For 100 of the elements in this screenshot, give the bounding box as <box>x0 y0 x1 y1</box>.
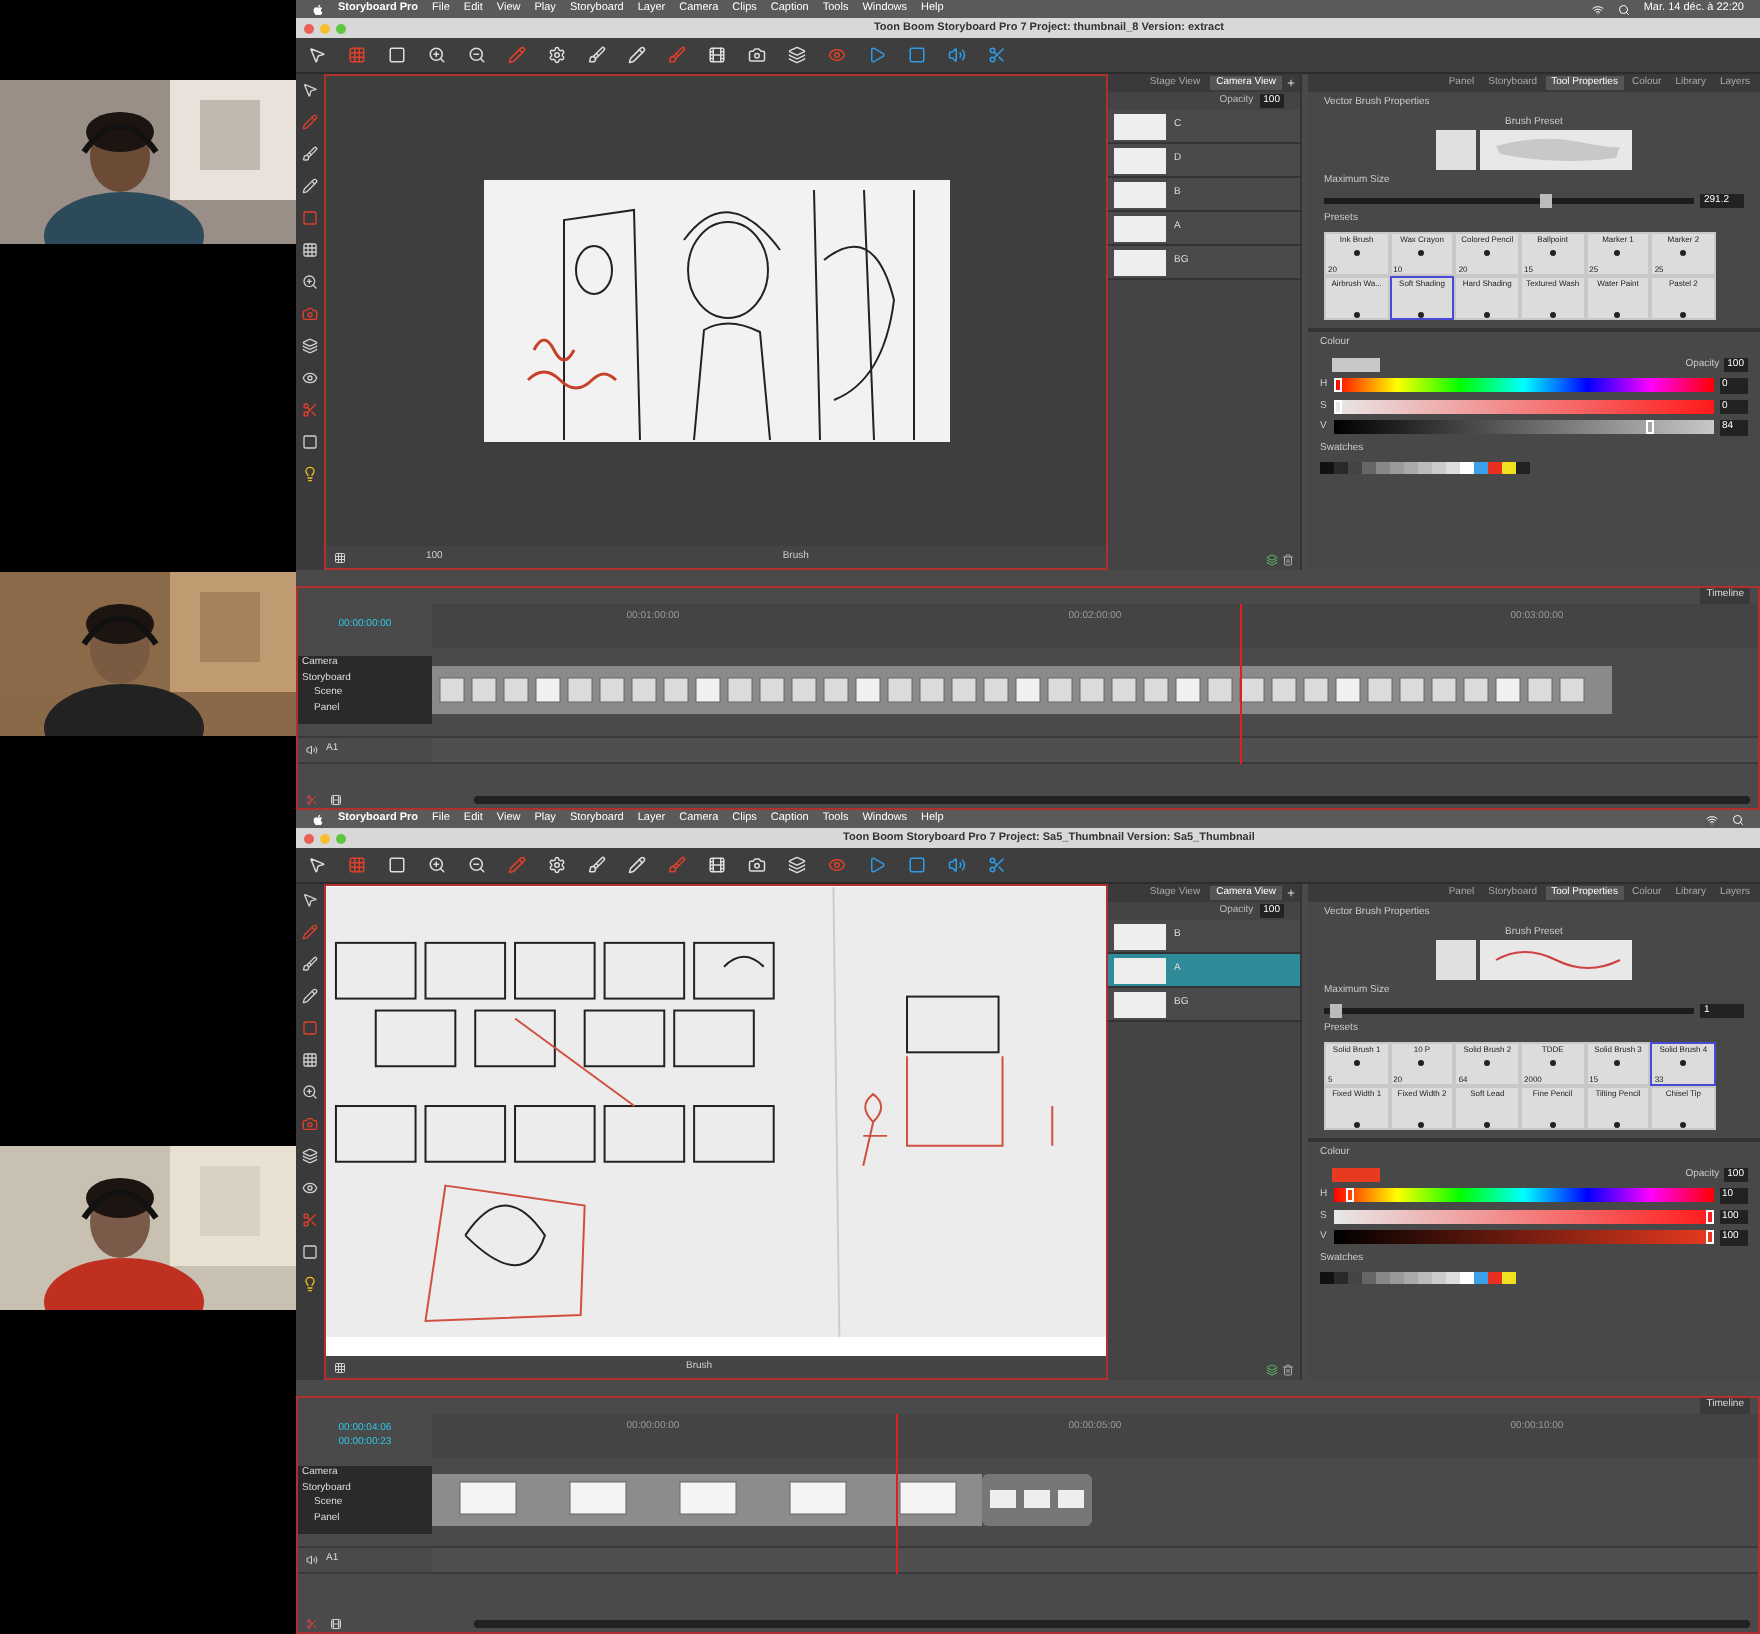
colour-swatch[interactable] <box>1376 1272 1390 1284</box>
speaker-icon[interactable] <box>948 856 966 874</box>
brush-icon[interactable] <box>588 46 606 64</box>
colour-swatch[interactable] <box>1362 1272 1376 1284</box>
speaker-icon[interactable] <box>306 1554 318 1566</box>
colour-swatch[interactable] <box>1460 462 1474 474</box>
trash-icon[interactable] <box>1282 554 1294 566</box>
colour-swatch[interactable] <box>1334 1272 1348 1284</box>
colour-swatch[interactable] <box>1404 1272 1418 1284</box>
apple-icon[interactable] <box>312 813 324 825</box>
film-icon[interactable] <box>330 793 342 805</box>
zoom-in-icon[interactable] <box>302 274 318 290</box>
layers-icon[interactable] <box>302 338 318 354</box>
scissors-icon[interactable] <box>988 46 1006 64</box>
colour-swatch[interactable] <box>1502 1272 1516 1284</box>
lightbulb-icon[interactable] <box>302 1276 318 1292</box>
colour-swatch[interactable] <box>1418 462 1432 474</box>
speaker-icon[interactable] <box>306 744 318 756</box>
horizontal-scrollbar[interactable] <box>474 1619 1750 1627</box>
layers-icon[interactable] <box>788 46 806 64</box>
lightbulb-icon[interactable] <box>302 466 318 482</box>
settings-icon[interactable] <box>548 856 566 874</box>
layer-thumbnail <box>1114 991 1166 1017</box>
max-size-slider[interactable] <box>1324 1007 1694 1014</box>
film-icon[interactable] <box>708 856 726 874</box>
apple-icon[interactable] <box>312 3 324 15</box>
colour-swatch[interactable] <box>1418 1272 1432 1284</box>
zoom-in-icon[interactable] <box>428 856 446 874</box>
colour-gradient-slider[interactable] <box>1334 1188 1714 1203</box>
settings-icon[interactable] <box>548 46 566 64</box>
layers-icon[interactable] <box>788 856 806 874</box>
layers-icon[interactable] <box>1266 1364 1278 1376</box>
slider-thumb[interactable] <box>1329 1003 1342 1018</box>
slider-thumb[interactable] <box>1334 378 1342 393</box>
slider-thumb[interactable] <box>1345 1188 1354 1203</box>
wifi-icon[interactable] <box>1706 813 1718 825</box>
zoom-in-icon[interactable] <box>428 46 446 64</box>
colour-gradient-slider[interactable] <box>1334 378 1714 393</box>
colour-swatch[interactable] <box>1390 462 1404 474</box>
slider-thumb[interactable] <box>1706 1230 1714 1245</box>
slider-thumb[interactable] <box>1540 193 1552 208</box>
play-icon[interactable] <box>868 856 886 874</box>
scissors-icon[interactable] <box>302 1212 318 1228</box>
colour-swatch[interactable] <box>1348 462 1362 474</box>
colour-swatch[interactable] <box>1334 462 1348 474</box>
layer-thumbnail <box>1114 147 1166 173</box>
zoom-out-icon[interactable] <box>468 856 486 874</box>
colour-swatch[interactable] <box>1516 462 1530 474</box>
brush-icon[interactable] <box>302 146 318 162</box>
film-icon[interactable] <box>330 1617 342 1629</box>
pointer-icon[interactable] <box>302 82 318 98</box>
square-icon[interactable] <box>908 856 926 874</box>
colour-gradient-slider[interactable] <box>1334 420 1714 435</box>
colour-swatch[interactable] <box>1488 462 1502 474</box>
slider-thumb[interactable] <box>1706 1209 1714 1224</box>
pointer-icon[interactable] <box>302 892 318 908</box>
horizontal-scrollbar[interactable] <box>474 795 1750 803</box>
layer-thumbnail <box>1114 113 1166 139</box>
colour-swatch[interactable] <box>1488 1272 1502 1284</box>
colour-swatch[interactable] <box>1320 462 1334 474</box>
search-icon[interactable] <box>1732 813 1744 825</box>
colour-swatch[interactable] <box>1446 1272 1460 1284</box>
slider-thumb[interactable] <box>1334 399 1342 414</box>
colour-swatch[interactable] <box>1432 1272 1446 1284</box>
search-icon[interactable] <box>1617 3 1630 15</box>
zoom-out-icon[interactable] <box>468 46 486 64</box>
slider-thumb[interactable] <box>1646 420 1655 435</box>
brush-icon[interactable] <box>588 856 606 874</box>
colour-swatch[interactable] <box>1390 1272 1404 1284</box>
square-icon[interactable] <box>908 46 926 64</box>
layer-thumbnail <box>1114 181 1166 207</box>
play-icon[interactable] <box>868 46 886 64</box>
wifi-icon[interactable] <box>1591 3 1604 15</box>
colour-gradient-slider[interactable] <box>1334 1230 1714 1245</box>
colour-gradient-slider[interactable] <box>1334 399 1714 414</box>
scissors-icon[interactable] <box>302 402 318 418</box>
zoom-in-icon[interactable] <box>302 1084 318 1100</box>
max-size-slider[interactable] <box>1324 197 1694 204</box>
scissors-icon[interactable] <box>988 856 1006 874</box>
colour-swatch[interactable] <box>1404 462 1418 474</box>
add-icon[interactable] <box>1286 888 1296 898</box>
brush-icon[interactable] <box>302 956 318 972</box>
colour-gradient-slider[interactable] <box>1334 1209 1714 1224</box>
speaker-icon[interactable] <box>948 46 966 64</box>
colour-swatch[interactable] <box>1446 462 1460 474</box>
add-icon[interactable] <box>1286 78 1296 88</box>
layers-icon[interactable] <box>1266 554 1278 566</box>
colour-swatch[interactable] <box>1474 462 1488 474</box>
layers-icon[interactable] <box>302 1148 318 1164</box>
colour-swatch[interactable] <box>1460 1272 1474 1284</box>
colour-swatch[interactable] <box>1432 462 1446 474</box>
colour-swatch[interactable] <box>1348 1272 1362 1284</box>
trash-icon[interactable] <box>1282 1364 1294 1376</box>
colour-swatch[interactable] <box>1362 462 1376 474</box>
colour-swatch[interactable] <box>1474 1272 1488 1284</box>
colour-swatch[interactable] <box>1320 1272 1334 1284</box>
current-colour[interactable] <box>1332 357 1380 372</box>
film-icon[interactable] <box>708 46 726 64</box>
colour-swatch[interactable] <box>1376 462 1390 474</box>
colour-swatch[interactable] <box>1502 462 1516 474</box>
